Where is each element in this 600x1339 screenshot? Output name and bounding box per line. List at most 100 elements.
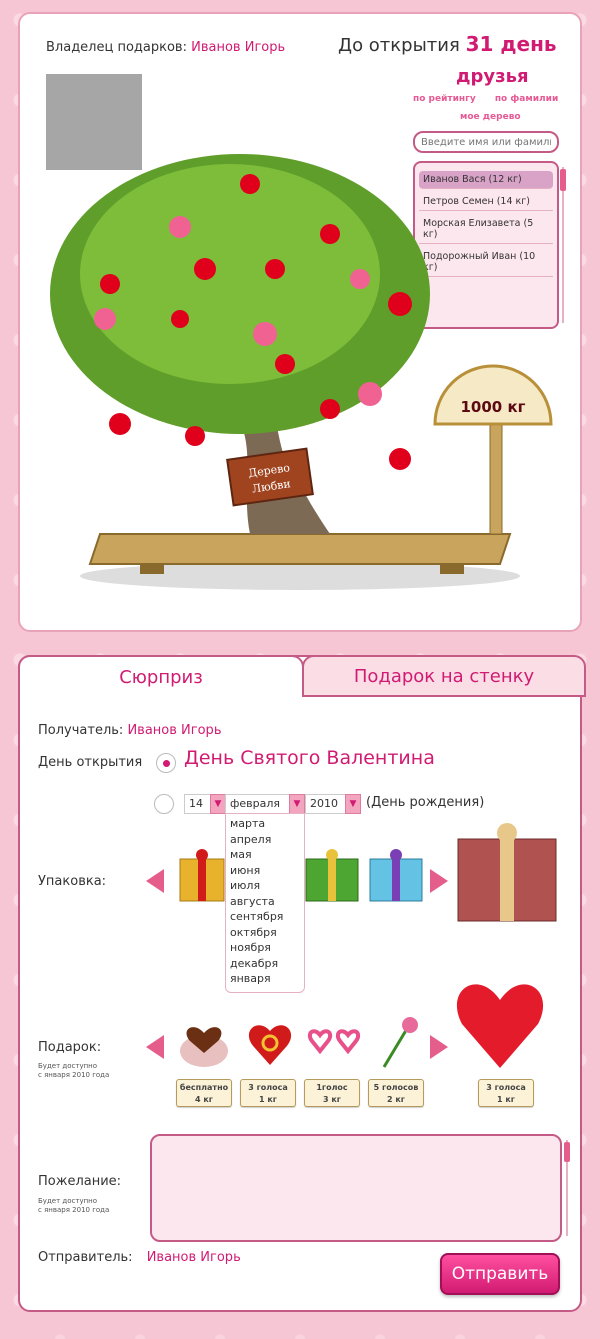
- owner-label: Владелец подарков:: [46, 40, 187, 55]
- tab-surprise[interactable]: Сюрприз: [18, 655, 304, 697]
- scale-pole: [489, 423, 503, 535]
- chevron-down-icon[interactable]: ▼: [289, 794, 305, 814]
- wish-label: Пожелание:: [38, 1174, 122, 1189]
- gift-note-line1: Будет доступно: [38, 1062, 98, 1070]
- heart-icon: [109, 413, 131, 435]
- gift-next-arrow[interactable]: [430, 1035, 448, 1059]
- package-blue[interactable]: [366, 845, 426, 905]
- gift-prev-arrow[interactable]: [146, 1035, 164, 1059]
- tree-panel: Владелец подарков: Иванов Игорь До откры…: [18, 12, 582, 632]
- package-selected-preview: [457, 823, 557, 922]
- owner-line: Владелец подарков: Иванов Игорь: [46, 40, 285, 55]
- heart-icon: [100, 274, 120, 294]
- package-green[interactable]: [302, 845, 362, 905]
- flower-icon: [358, 382, 382, 406]
- sort-by-surname-link[interactable]: по фамилии: [495, 94, 558, 104]
- packaging-prev-arrow[interactable]: [146, 869, 164, 893]
- gift-price-tag: 5 голосов 2 кг: [368, 1079, 424, 1107]
- month-option[interactable]: сентября: [230, 909, 300, 925]
- platform-foot-right: [440, 564, 464, 574]
- recipient-name[interactable]: Иванов Игорь: [127, 723, 221, 738]
- heart-icon: [265, 259, 285, 279]
- love-tree-illustration: Дерево Любви 1000 кг: [50, 154, 553, 590]
- gift-price-tag: 3 голоса 1 кг: [240, 1079, 296, 1107]
- packaging-label: Упаковка:: [38, 874, 107, 889]
- heart-icon: [185, 426, 205, 446]
- wish-note-line2: с января 2010 года: [38, 1206, 110, 1214]
- month-dropdown[interactable]: марта апреля мая июня июля августа сентя…: [225, 813, 305, 993]
- gift-rose-icon[interactable]: [370, 1013, 426, 1071]
- month-option[interactable]: октября: [230, 925, 300, 941]
- friends-title: друзья: [456, 66, 529, 87]
- open-day-label: День открытия: [38, 755, 143, 770]
- scale-platform: [88, 533, 512, 565]
- wish-scrollbar[interactable]: [564, 1134, 570, 1242]
- year-select[interactable]: 2010 ▼: [305, 794, 361, 814]
- flower-icon: [169, 216, 191, 238]
- recipient-label: Получатель:: [38, 723, 124, 738]
- sort-by-rating-link[interactable]: по рейтингу: [413, 94, 476, 104]
- tab-wall-gift[interactable]: Подарок на стенку: [302, 655, 586, 697]
- gift-price: 5 голосов: [373, 1083, 419, 1092]
- month-option[interactable]: ноября: [230, 940, 300, 956]
- month-select[interactable]: февраля ▼: [225, 794, 305, 814]
- sender-label: Отправитель:: [38, 1250, 133, 1265]
- holiday-name: День Святого Валентина: [184, 747, 435, 769]
- month-value: февраля: [230, 797, 281, 810]
- sender-name[interactable]: Иванов Игорь: [147, 1250, 241, 1265]
- chevron-down-icon[interactable]: ▼: [345, 794, 361, 814]
- chevron-down-icon[interactable]: ▼: [210, 794, 226, 814]
- gift-price-tag: бесплатно 4 кг: [176, 1079, 232, 1107]
- gift-price: бесплатно: [179, 1083, 229, 1092]
- day-value: 14: [189, 797, 203, 810]
- gift-weight: 1 кг: [497, 1095, 515, 1104]
- month-option[interactable]: июля: [230, 878, 300, 894]
- wish-note-line1: Будет доступно: [38, 1197, 98, 1205]
- sender-row: Отправитель: Иванов Игорь: [38, 1250, 241, 1265]
- gift-weight: 2 кг: [387, 1095, 405, 1104]
- month-option[interactable]: апреля: [230, 832, 300, 848]
- gift-weight: 3 кг: [323, 1095, 341, 1104]
- gift-availability-note: Будет доступно с января 2010 года: [38, 1062, 109, 1080]
- countdown-label: До открытия: [338, 35, 460, 56]
- scroll-thumb[interactable]: [564, 1142, 570, 1162]
- heart-icon: [275, 354, 295, 374]
- heart-icon: [171, 310, 189, 328]
- platform-foot-left: [140, 564, 164, 574]
- wish-textarea[interactable]: [150, 1134, 562, 1242]
- countdown-value: 31 день: [465, 32, 557, 56]
- packaging-next-arrow[interactable]: [430, 869, 448, 893]
- gift-weight: 4 кг: [195, 1095, 213, 1104]
- send-button[interactable]: Отправить: [440, 1253, 560, 1295]
- month-option[interactable]: мая: [230, 847, 300, 863]
- gift-glasses-icon[interactable]: [304, 1013, 364, 1071]
- month-option[interactable]: января: [230, 971, 300, 987]
- gift-selected-heart-icon: [456, 984, 544, 1068]
- month-option[interactable]: июня: [230, 863, 300, 879]
- birthday-note: (День рождения): [366, 795, 485, 810]
- holiday-radio[interactable]: [156, 753, 176, 773]
- heart-icon: [194, 258, 216, 280]
- gift-label: Подарок:: [38, 1040, 102, 1055]
- package-gold[interactable]: [176, 845, 226, 905]
- friends-sort: по рейтингу по фамилии: [413, 94, 574, 104]
- owner-name[interactable]: Иванов Игорь: [191, 40, 285, 55]
- flower-icon: [350, 269, 370, 289]
- tree-foliage-highlight: [80, 164, 380, 384]
- gift-form-panel: Сюрприз Подарок на стенку Получатель: Ив…: [18, 655, 586, 1312]
- gift-price: 3 голоса: [486, 1083, 526, 1092]
- gift-chocolate-icon[interactable]: [176, 1013, 232, 1071]
- year-value: 2010: [310, 797, 338, 810]
- month-option[interactable]: марта: [230, 816, 300, 832]
- custom-date-radio[interactable]: [154, 794, 174, 814]
- month-option[interactable]: декабря: [230, 956, 300, 972]
- month-option[interactable]: августа: [230, 894, 300, 910]
- gift-ring-box-icon[interactable]: [242, 1013, 298, 1071]
- my-tree-link[interactable]: мое дерево: [460, 112, 521, 122]
- tree-sign: [226, 447, 314, 507]
- heart-icon: [320, 224, 340, 244]
- day-select[interactable]: 14 ▼: [184, 794, 226, 814]
- flower-icon: [253, 322, 277, 346]
- heart-icon: [389, 448, 411, 470]
- selected-gift-price-tag: 3 голоса 1 кг: [478, 1079, 534, 1107]
